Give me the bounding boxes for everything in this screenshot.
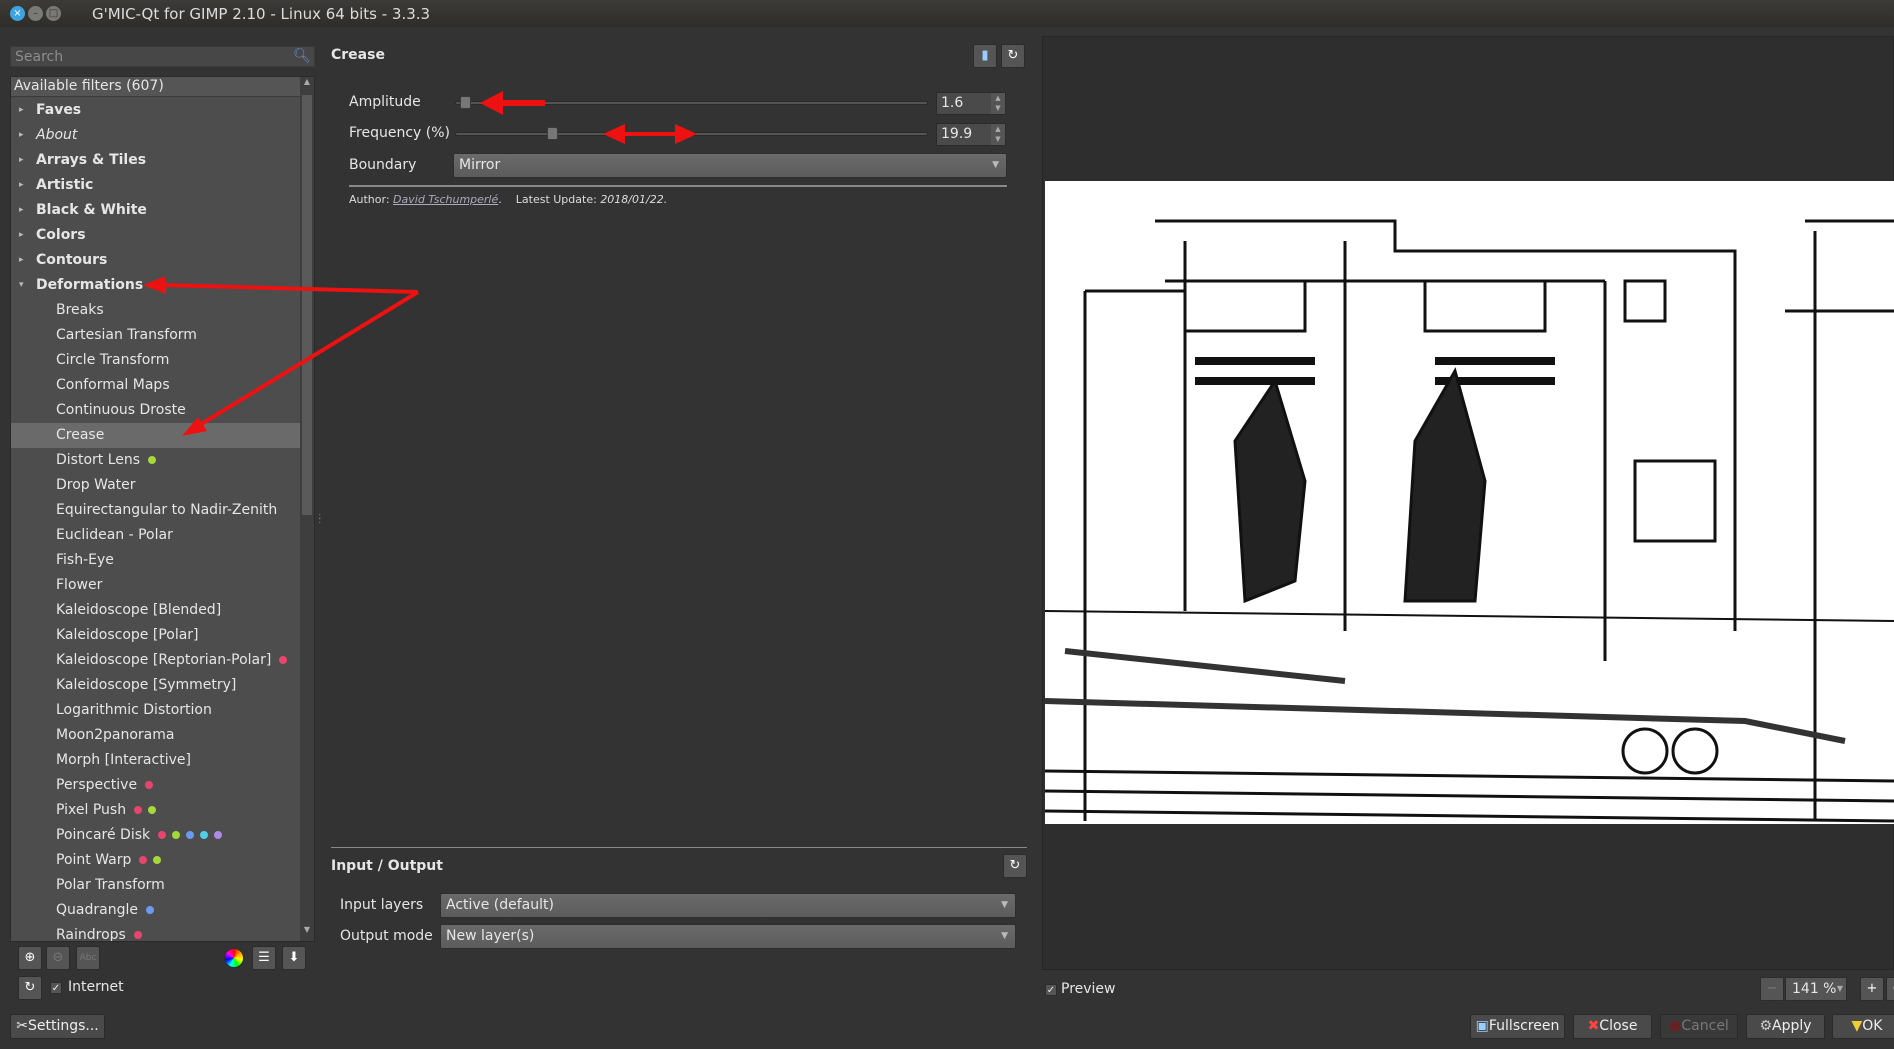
io-splitter[interactable] bbox=[331, 847, 1027, 848]
cancel-button[interactable]: ●Cancel bbox=[1660, 1014, 1738, 1039]
close-icon: ✖ bbox=[1587, 1018, 1600, 1034]
ok-icon: ▼ bbox=[1851, 1018, 1863, 1034]
ok-button[interactable]: ▼OK bbox=[1832, 1014, 1894, 1039]
io-title: Input / Output bbox=[331, 858, 443, 874]
close-button[interactable]: ✖Close bbox=[1573, 1014, 1652, 1039]
preview-label: Preview bbox=[1061, 981, 1116, 997]
preview-checkbox[interactable]: ✓ bbox=[1045, 984, 1057, 996]
fullscreen-icon: ▣ bbox=[1475, 1018, 1489, 1034]
reset-io-icon[interactable]: ↻ bbox=[1003, 854, 1027, 878]
output-mode-select[interactable]: New layer(s) ▼ bbox=[440, 924, 1016, 949]
zoom-level-select[interactable]: 141 % ▼ bbox=[1785, 977, 1847, 1001]
input-layers-select[interactable]: Active (default) ▼ bbox=[440, 893, 1016, 918]
zoom-out-icon[interactable]: − bbox=[1760, 977, 1784, 1001]
input-layers-label: Input layers bbox=[340, 897, 424, 913]
zoom-reset-icon[interactable]: ⊙ bbox=[1886, 977, 1894, 1001]
apply-button[interactable]: ⚙Apply bbox=[1746, 1014, 1825, 1039]
preview-image bbox=[1045, 181, 1894, 824]
apply-icon: ⚙ bbox=[1759, 1018, 1773, 1034]
cancel-icon: ● bbox=[1669, 1018, 1682, 1034]
fullscreen-button[interactable]: ▣Fullscreen bbox=[1470, 1014, 1565, 1039]
zoom-in-icon[interactable]: + bbox=[1860, 977, 1884, 1001]
output-mode-label: Output mode bbox=[340, 928, 433, 944]
